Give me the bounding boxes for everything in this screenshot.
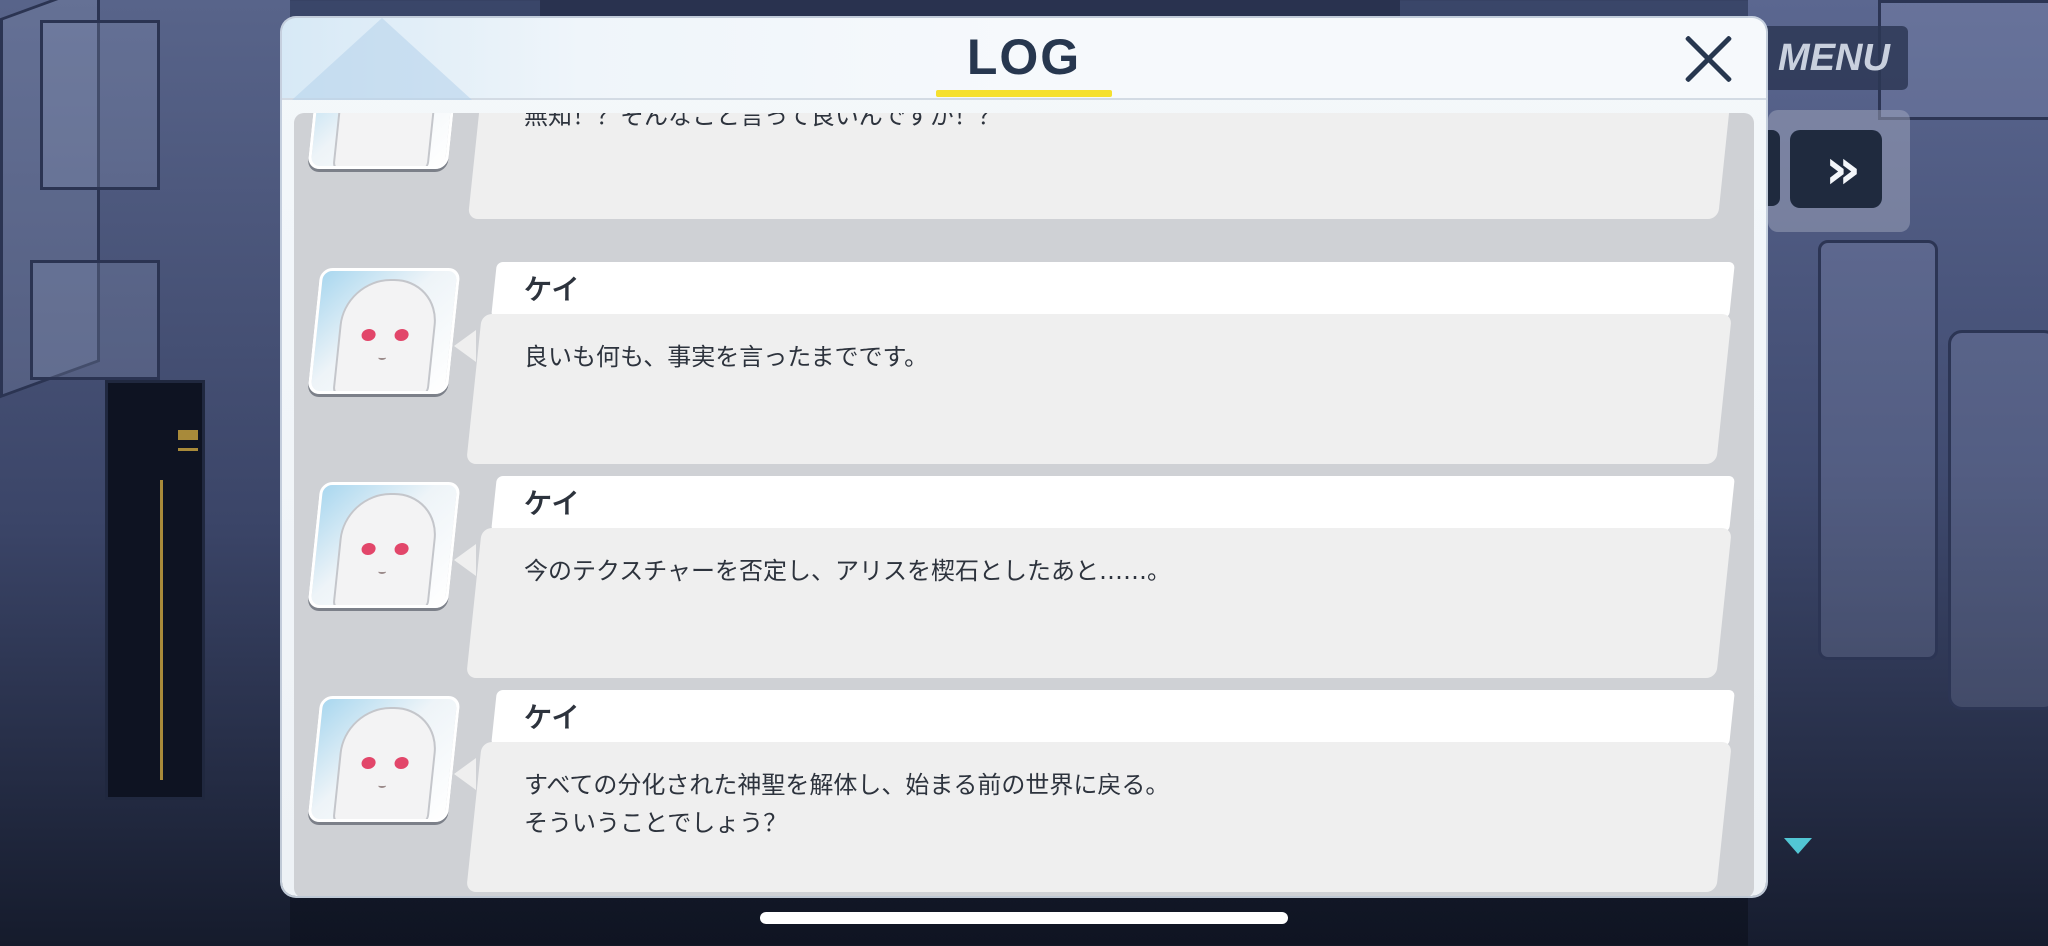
speaker-name-box — [491, 262, 1735, 318]
log-title: LOG — [966, 29, 1082, 85]
avatar-hair — [332, 707, 441, 822]
message-text: 今のテクスチャーを否定し、アリスを楔石としたあと……。 — [524, 552, 1674, 590]
bubble-tip — [454, 544, 476, 576]
speaker-name-box — [491, 476, 1735, 532]
avatar — [307, 696, 461, 822]
background-left-corridor — [0, 0, 290, 946]
wall-panel — [1948, 330, 2048, 710]
message-text: 無知！？そんなこと言って良いんですか！？ — [524, 113, 1674, 135]
bubble-tip — [454, 758, 476, 790]
wall-panel — [40, 20, 160, 190]
avatar — [307, 268, 461, 394]
light-stripe — [178, 430, 198, 440]
message-line: 良いも何も、事実を言ったまでです。 — [524, 343, 929, 371]
fast-forward-button[interactable]: » — [1790, 130, 1882, 208]
triangle-down-icon[interactable] — [1784, 838, 1812, 854]
message-text: 良いも何も、事実を言ったまでです。 — [524, 338, 1674, 376]
log-header: LOG — [282, 18, 1766, 100]
ceiling-strip — [540, 0, 1400, 18]
avatar-hair — [332, 493, 441, 608]
speaker-name: ケイ — [524, 273, 580, 306]
log-entry: ケイ 今のテクスチャーを否定し、アリスを楔石としたあと……。 — [294, 476, 1754, 678]
close-icon[interactable] — [1682, 32, 1736, 86]
speaker-name-box — [491, 690, 1735, 746]
fast-forward-icon: » — [1824, 136, 1861, 202]
message-bubble — [466, 314, 1732, 464]
home-indicator[interactable] — [760, 912, 1288, 924]
log-list[interactable]: 無知！？そんなこと言って良いんですか！？ ケイ 良いも何も、事実を言ったまでです… — [294, 113, 1754, 896]
title-underline — [936, 90, 1112, 97]
light-stripe — [160, 480, 163, 780]
wall-panel — [1818, 240, 1938, 660]
speaker-name: ケイ — [524, 487, 580, 520]
message-text: すべての分化された神聖を解体し、始まる前の世界に戻る。 そういうことでしょう？ — [524, 766, 1674, 842]
avatar — [307, 482, 461, 608]
bubble-tip — [454, 330, 476, 362]
corridor-door — [105, 380, 205, 800]
log-entry: ケイ 良いも何も、事実を言ったまでです。 — [294, 262, 1754, 464]
message-line: 無知！？そんなこと言って良いんですか！？ — [524, 113, 1002, 130]
log-panel: LOG 無知！？そんなこと言って良いんですか！？ ケイ 良いも何も、事実を言った… — [282, 18, 1766, 896]
message-bubble — [466, 528, 1732, 678]
message-line: 今のテクスチャーを否定し、アリスを楔石としたあと……。 — [524, 557, 1172, 585]
avatar — [307, 113, 461, 169]
speaker-name: ケイ — [524, 701, 580, 734]
message-line: そういうことでしょう？ — [524, 809, 788, 837]
message-line: すべての分化された神聖を解体し、始まる前の世界に戻る。 — [524, 771, 1170, 799]
avatar-hair — [332, 279, 441, 394]
wall-panel — [30, 260, 160, 380]
log-entry: ケイ すべての分化された神聖を解体し、始まる前の世界に戻る。 そういうことでしょ… — [294, 690, 1754, 892]
menu-button[interactable]: MENU — [1760, 26, 1908, 90]
light-stripe — [178, 448, 198, 451]
avatar-hair — [332, 113, 441, 169]
